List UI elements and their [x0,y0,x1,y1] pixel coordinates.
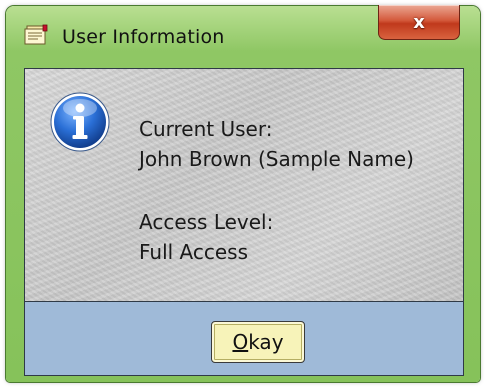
okay-button[interactable]: Okay [211,321,305,363]
window-title: User Information [62,26,225,48]
okay-label-rest: kay [248,330,284,354]
current-user-value: John Brown (Sample Name) [139,147,414,171]
message-area: Current User: John Brown (Sample Name) A… [25,69,463,302]
button-bar: Okay [25,302,463,375]
dialog-body: Current User: John Brown (Sample Name) A… [24,68,464,376]
access-level-label: Access Level: [139,210,274,234]
close-icon: x [413,11,425,33]
current-user-label: Current User: [139,117,273,141]
access-level-value: Full Access [139,240,249,264]
close-button[interactable]: x [378,5,460,40]
okay-mnemonic: O [232,330,249,354]
info-icon [49,91,111,153]
user-information-dialog: User Information x Current User: John Br… [6,5,480,382]
notes-icon [24,24,50,46]
title-bar[interactable]: User Information x [6,5,480,62]
